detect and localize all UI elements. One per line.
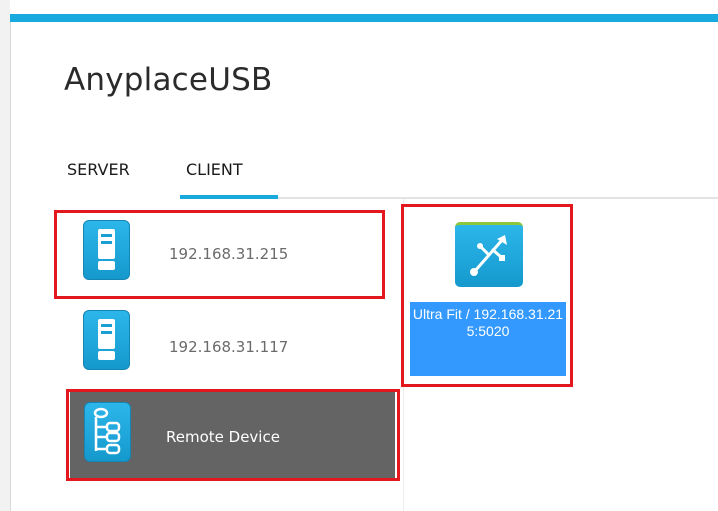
tab-client-underline [180, 195, 278, 199]
window-left-frame [0, 0, 11, 511]
app-title: AnyplaceUSB [64, 62, 273, 98]
server-icon [83, 310, 130, 370]
panel-divider [403, 199, 404, 511]
window-top-edge [10, 0, 718, 14]
usb-icon [455, 222, 523, 287]
usb-device-label: Ultra Fit / 192.168.31.215:5020 [412, 306, 564, 339]
usb-device-label-box: Ultra Fit / 192.168.31.215:5020 [410, 302, 566, 376]
server-item-1[interactable]: 192.168.31.215 [82, 218, 382, 296]
device-tree-icon [84, 402, 131, 462]
tab-server[interactable]: SERVER [67, 160, 130, 179]
server-label: 192.168.31.215 [169, 245, 289, 263]
tabs-divider [278, 197, 718, 199]
tab-client[interactable]: CLIENT [186, 160, 243, 179]
accent-title-bar [10, 14, 718, 22]
server-item-2[interactable]: 192.168.31.117 [82, 308, 382, 386]
server-label: 192.168.31.117 [169, 338, 289, 356]
server-icon [83, 220, 130, 280]
remote-device-label: Remote Device [166, 428, 280, 446]
